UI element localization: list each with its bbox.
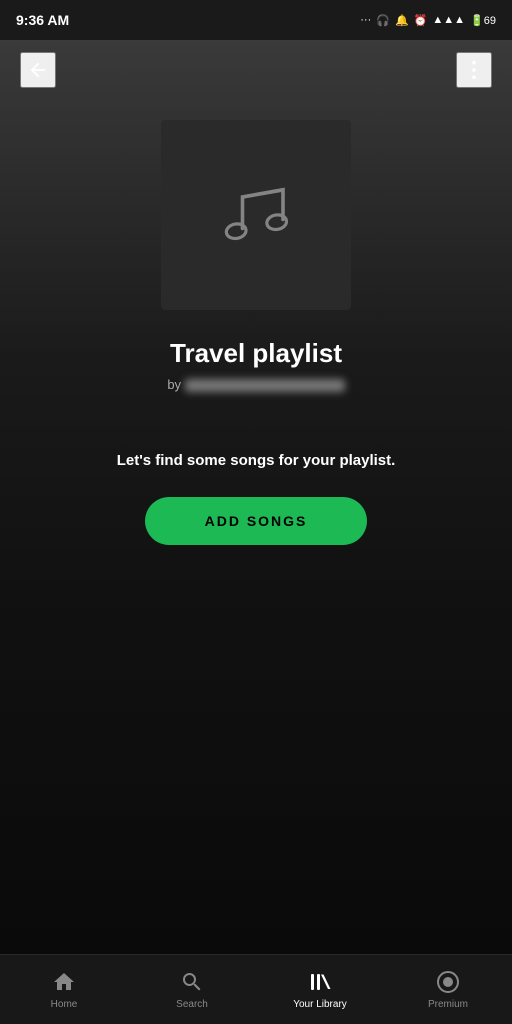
nav-library[interactable]: Your Library [256, 962, 384, 1018]
home-label: Home [51, 999, 78, 1010]
status-bar: 9:36 AM ··· 🎧 🔔 ⏰ ▲▲▲ 🔋69 [0, 0, 512, 40]
nav-premium[interactable]: Premium [384, 962, 512, 1018]
top-nav [0, 40, 512, 100]
nav-search[interactable]: Search [128, 962, 256, 1018]
author-name-blur [185, 379, 345, 392]
premium-icon [436, 970, 460, 994]
add-songs-button[interactable]: ADD SONGS [145, 497, 368, 545]
battery-icon: 🔋69 [470, 14, 496, 27]
library-label: Your Library [293, 999, 347, 1010]
empty-state-message: Let's find some songs for your playlist. [77, 452, 436, 469]
alarm-icon: ⏰ [414, 14, 428, 27]
main-content: Travel playlist by Let's find some songs… [0, 40, 512, 954]
status-time: 9:36 AM [16, 12, 69, 28]
playlist-cover [161, 120, 351, 310]
signal-icon: ▲▲▲ [432, 14, 465, 26]
playlist-title: Travel playlist [170, 338, 342, 369]
home-icon [52, 970, 76, 994]
dots-icon: ··· [360, 14, 371, 26]
nav-home[interactable]: Home [0, 962, 128, 1018]
bottom-nav: Home Search Your Library Premium [0, 954, 512, 1024]
more-options-button[interactable] [456, 52, 492, 88]
music-note-icon [211, 170, 301, 260]
search-label: Search [176, 999, 208, 1010]
library-icon [308, 970, 332, 994]
more-icon [471, 59, 477, 81]
playlist-author: by [167, 377, 344, 392]
back-icon [27, 59, 49, 81]
headphone-icon: 🎧 [376, 14, 390, 27]
status-icons: ··· 🎧 🔔 ⏰ ▲▲▲ 🔋69 [360, 14, 496, 27]
premium-label: Premium [428, 999, 468, 1010]
search-icon [180, 970, 204, 994]
bell-icon: 🔔 [395, 14, 409, 27]
back-button[interactable] [20, 52, 56, 88]
